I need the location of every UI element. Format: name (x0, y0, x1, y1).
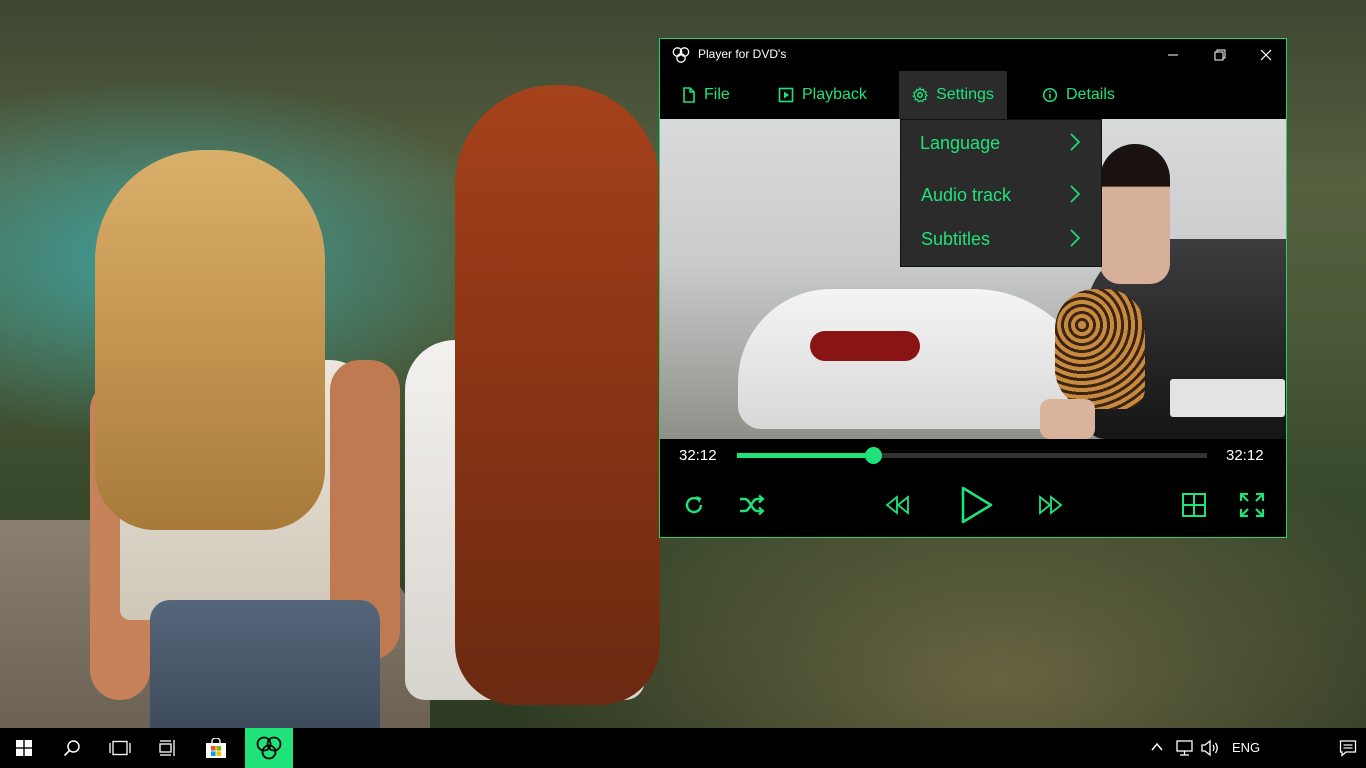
playlist-grid-button[interactable] (1174, 485, 1214, 525)
grid-icon (1182, 493, 1206, 517)
menu-details-label: Details (1066, 86, 1115, 103)
menu-details[interactable]: Details (1042, 71, 1115, 119)
microsoft-store-button[interactable] (192, 728, 240, 768)
shuffle-button[interactable] (732, 485, 772, 525)
window-title: Player for DVD's (698, 47, 787, 61)
rewind-icon (885, 495, 909, 515)
wallpaper-blonde-hair (95, 150, 325, 530)
search-icon (63, 740, 80, 757)
timeline-button[interactable] (144, 728, 192, 768)
repeat-button[interactable] (674, 485, 714, 525)
player-window: Player for DVD's File Playback Settings … (659, 38, 1287, 538)
menu-file-label: File (704, 86, 730, 103)
app-logo-icon (672, 47, 690, 63)
play-button[interactable] (952, 479, 1002, 531)
chevron-right-icon (1070, 185, 1081, 203)
start-button[interactable] (0, 728, 48, 768)
settings-subtitles-item[interactable]: Subtitles (901, 216, 1101, 262)
chevron-right-icon (1070, 229, 1081, 247)
video-car-taillight (810, 331, 920, 361)
menu-playback[interactable]: Playback (778, 71, 867, 119)
info-icon (1042, 87, 1058, 103)
menu-settings[interactable]: Settings (899, 71, 1007, 119)
store-icon (206, 738, 226, 758)
minimize-icon (1168, 54, 1178, 56)
activity-icon (159, 740, 175, 756)
repeat-icon (685, 496, 703, 514)
play-box-icon (778, 87, 794, 103)
rewind-button[interactable] (878, 485, 918, 525)
seek-bar: 32:12 32:12 (660, 439, 1286, 471)
video-woman-dress (1055, 289, 1145, 409)
document-icon (683, 87, 695, 103)
taskbar: ENG (0, 728, 1366, 768)
close-button[interactable] (1243, 39, 1289, 71)
notifications-icon[interactable] (1339, 739, 1357, 757)
settings-subtitles-label: Subtitles (921, 228, 991, 249)
taskbar-search-button[interactable] (48, 728, 96, 768)
network-icon[interactable] (1176, 739, 1196, 757)
playback-controls (660, 471, 1286, 539)
app-logo-icon (256, 736, 282, 760)
seek-progress (737, 453, 874, 458)
gear-icon (912, 87, 929, 103)
menu-playback-label: Playback (802, 86, 867, 103)
seek-thumb[interactable] (865, 447, 883, 464)
settings-language-label: Language (920, 132, 1001, 153)
volume-icon[interactable] (1200, 739, 1220, 757)
fullscreen-button[interactable] (1232, 485, 1272, 525)
settings-language-item[interactable]: Language (901, 120, 1101, 166)
settings-audio-track-label: Audio track (921, 184, 1012, 205)
input-language[interactable]: ENG (1232, 740, 1260, 755)
shuffle-icon (740, 494, 765, 516)
task-view-button[interactable] (96, 728, 144, 768)
taskbar-player-app[interactable] (245, 728, 293, 768)
fullscreen-icon (1239, 492, 1265, 518)
close-icon (1260, 49, 1272, 61)
title-bar[interactable]: Player for DVD's (660, 39, 1286, 71)
menu-settings-label: Settings (936, 86, 994, 103)
fast-forward-icon (1039, 495, 1063, 515)
video-license-plate (1170, 379, 1285, 417)
settings-dropdown: Language Audio track Subtitles (900, 119, 1102, 267)
current-time: 32:12 (679, 447, 717, 464)
video-woman-legs (1040, 399, 1095, 439)
wallpaper-red-hair (455, 85, 660, 705)
play-icon (961, 486, 993, 524)
chevron-right-icon (1070, 133, 1081, 151)
fast-forward-button[interactable] (1030, 485, 1070, 525)
wallpaper-jeans (150, 600, 380, 728)
total-time: 32:12 (1226, 447, 1264, 464)
settings-audio-track-item[interactable]: Audio track (901, 172, 1101, 218)
task-view-icon (109, 740, 131, 756)
chevron-up-icon[interactable] (1150, 738, 1164, 756)
seek-track[interactable] (737, 447, 1207, 464)
menu-file[interactable]: File (682, 71, 730, 119)
maximize-button[interactable] (1197, 39, 1243, 71)
windows-logo-icon (16, 740, 32, 756)
video-woman (1100, 144, 1170, 284)
restore-icon (1214, 49, 1226, 61)
minimize-button[interactable] (1150, 39, 1196, 71)
menu-bar: File Playback Settings Details (660, 71, 1286, 119)
